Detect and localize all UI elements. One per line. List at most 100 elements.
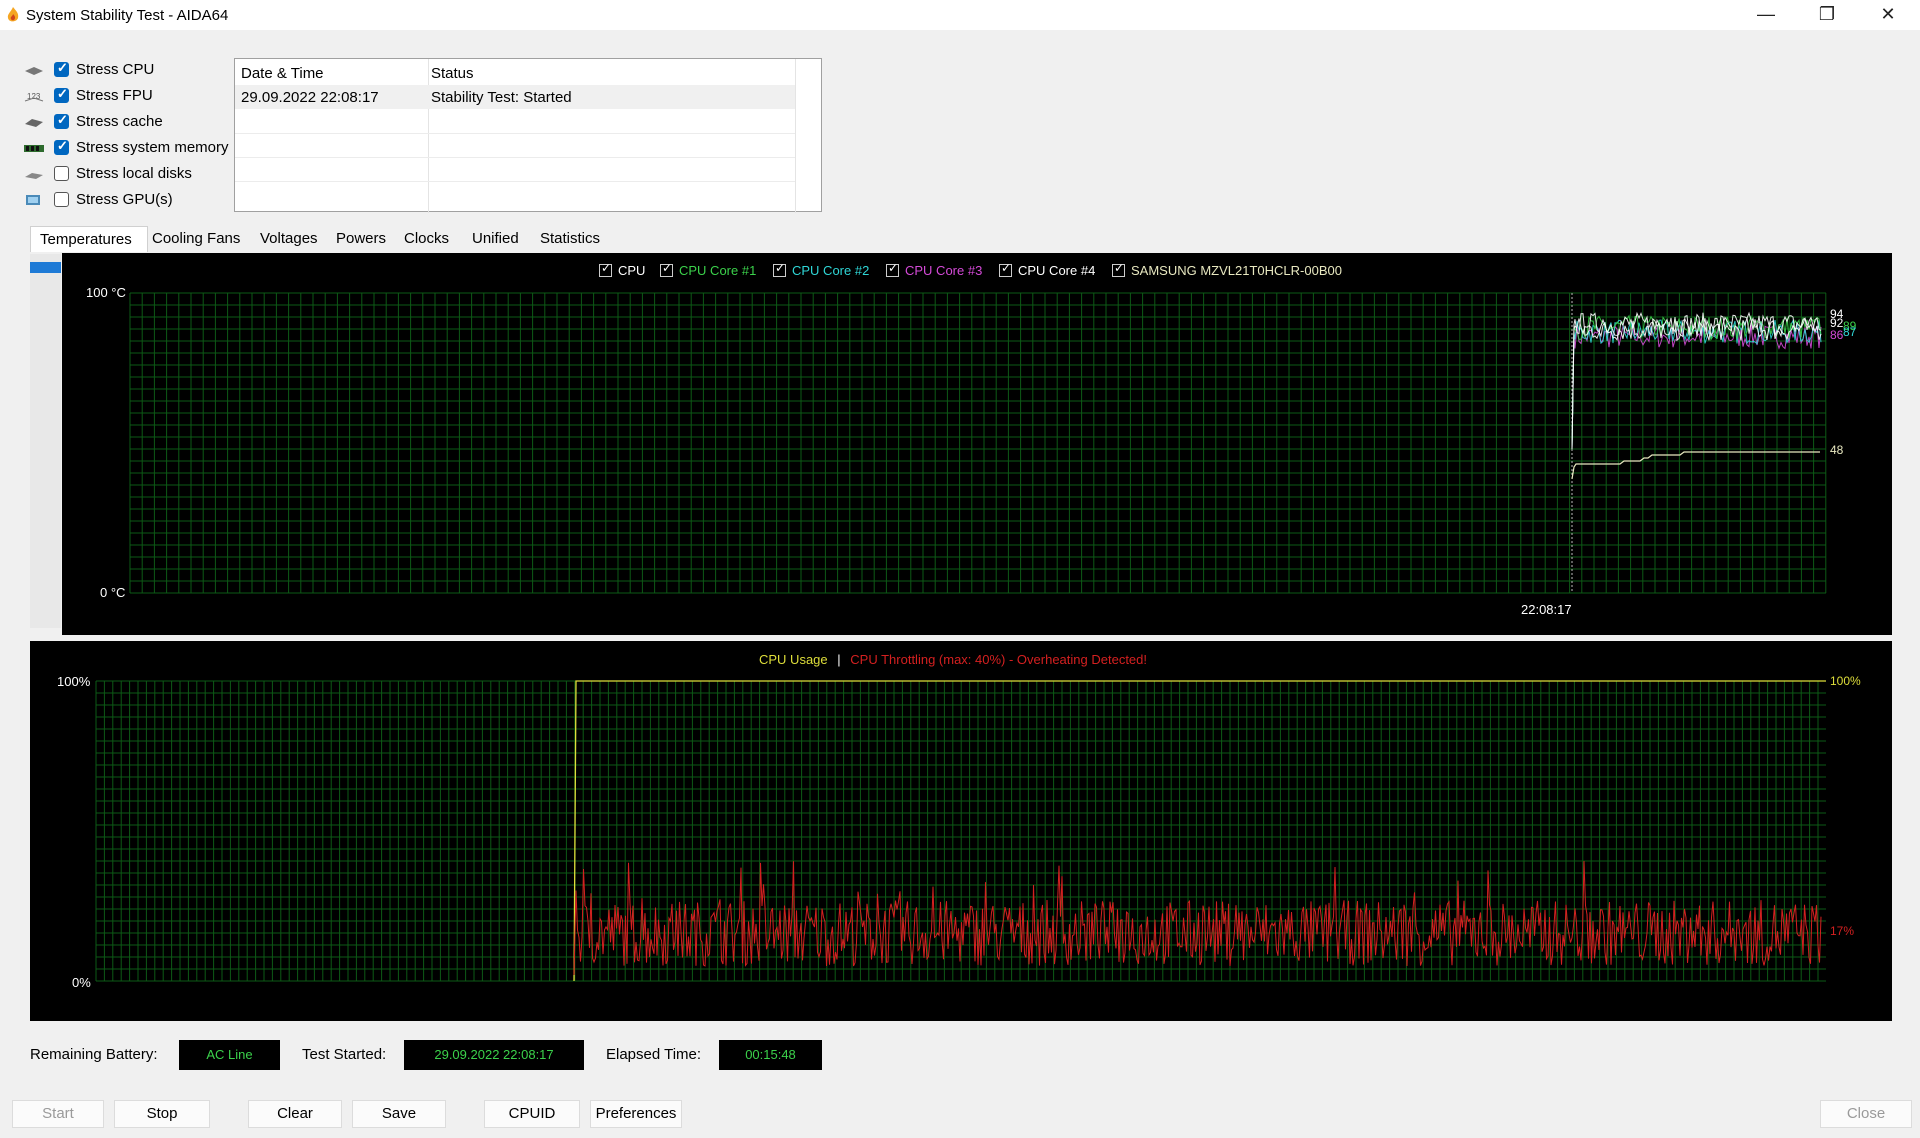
stress-gpu-option[interactable]: Stress GPU(s) [24,190,244,212]
legend-core2[interactable]: CPU Core #2 [773,261,870,278]
legend-core4-label: CPU Core #4 [1018,263,1096,278]
scrollbar-thumb[interactable] [30,262,61,273]
stress-disks-checkbox[interactable] [54,166,69,181]
cpu-usage-legend: CPU Usage | CPU Throttling (max: 40%) - … [759,652,1147,667]
legend-separator: | [837,652,841,667]
temp-series-line-1 [1571,318,1822,450]
close-button[interactable]: Close [1820,1100,1912,1128]
window-title: System Stability Test - AIDA64 [26,7,229,24]
cpu-icon [25,67,43,75]
legend-cpu[interactable]: CPU [599,261,646,278]
stress-cpu-label: Stress CPU [76,61,155,78]
temp-y-max-label: 100 °C [86,285,126,300]
log-header-datetime[interactable]: Date & Time [241,65,324,82]
fpu-icon: 123 [24,92,44,102]
legend-core3-label: CPU Core #3 [905,263,983,278]
temperature-chart: CPU CPU Core #1 CPU Core #2 CPU Core #3 … [62,253,1892,635]
temp-series-line-0 [1571,324,1822,450]
tab-statistics[interactable]: Statistics [540,226,614,252]
log-header-status[interactable]: Status [431,65,474,82]
tab-voltages[interactable]: Voltages [260,226,332,252]
elapsed-time-value: 00:15:48 [719,1040,822,1070]
legend-core1[interactable]: CPU Core #1 [660,261,757,278]
temp-time-label: 22:08:17 [1521,602,1572,617]
preferences-button[interactable]: Preferences [590,1100,682,1128]
elapsed-time-label: Elapsed Time: [606,1046,702,1063]
log-row-divider [235,157,795,158]
legend-core1-label: CPU Core #1 [679,263,757,278]
minimize-button[interactable]: — [1736,0,1796,30]
clear-button[interactable]: Clear [248,1100,342,1128]
stress-fpu-checkbox[interactable] [54,86,69,103]
legend-checkbox[interactable] [1112,261,1125,277]
save-button[interactable]: Save [352,1100,446,1128]
test-started-value: 29.09.2022 22:08:17 [404,1040,584,1070]
temp-end-value: 48 [1830,443,1844,457]
log-row-datetime: 29.09.2022 22:08:17 [241,89,379,106]
temp-y-min-label: 0 °C [100,585,126,600]
tab-unified[interactable]: Unified [472,226,534,252]
stop-button[interactable]: Stop [114,1100,210,1128]
stress-memory-option[interactable]: Stress system memory [24,138,244,160]
usage-y-max-label: 100% [57,674,91,689]
log-row-status: Stability Test: Started [431,89,572,106]
stress-cache-checkbox[interactable] [54,112,69,129]
stress-fpu-label: Stress FPU [76,87,153,104]
usage-y-min-label: 0% [72,975,91,990]
event-log-table[interactable]: Date & Time Status 29.09.2022 22:08:17 S… [234,58,822,213]
legend-core4[interactable]: CPU Core #4 [999,261,1096,278]
log-row-divider [235,181,795,182]
log-column-divider [795,59,796,213]
cpu-usage-chart: CPU Usage | CPU Throttling (max: 40%) - … [30,641,1892,1021]
usage-end-value: 100% [1830,674,1861,688]
stress-memory-checkbox[interactable] [54,138,69,155]
cpu-usage-plot [95,680,1826,982]
cpu-throttling-title: CPU Throttling (max: 40%) - Overheating … [850,652,1147,667]
legend-checkbox[interactable] [999,261,1012,277]
gpu-icon [26,195,40,205]
stress-cache-label: Stress cache [76,113,163,130]
stress-cpu-option[interactable]: Stress CPU [24,60,244,82]
log-row[interactable]: 29.09.2022 22:08:17 Stability Test: Star… [235,85,795,109]
tab-cooling-fans[interactable]: Cooling Fans [152,226,256,252]
stress-memory-label: Stress system memory [76,139,229,156]
start-button[interactable]: Start [12,1100,104,1128]
stress-disks-option[interactable]: Stress local disks [24,164,244,186]
aida64-flame-icon [7,7,19,22]
close-window-button[interactable]: ✕ [1858,0,1918,30]
cpu-usage-title: CPU Usage [759,652,828,667]
stress-cache-option[interactable]: Stress cache [24,112,244,134]
title-bar: System Stability Test - AIDA64 — ❐ ✕ [0,0,1920,30]
tab-temperatures[interactable]: Temperatures [30,226,148,252]
battery-value: AC Line [179,1040,280,1070]
temp-end-value: 87 [1843,325,1857,339]
tab-clocks[interactable]: Clocks [404,226,460,252]
legend-checkbox[interactable] [773,261,786,277]
legend-checkbox[interactable] [599,261,612,277]
stress-cpu-checkbox[interactable] [54,60,69,77]
tab-powers[interactable]: Powers [336,226,396,252]
disk-icon [25,173,43,179]
throttle-end-value: 17% [1830,924,1855,938]
stress-gpu-checkbox[interactable] [54,192,69,207]
temperature-plot [129,292,1827,594]
legend-checkbox[interactable] [660,261,673,277]
test-started-label: Test Started: [302,1046,387,1063]
cpuid-button[interactable]: CPUID [484,1100,580,1128]
memory-icon [24,145,44,152]
temp-end-value: 86 [1830,328,1844,342]
cache-icon [25,119,43,127]
restore-button[interactable]: ❐ [1797,0,1857,30]
sensor-list-scrollbar[interactable] [30,254,61,628]
stress-disks-label: Stress local disks [76,165,192,182]
legend-core2-label: CPU Core #2 [792,263,870,278]
log-header: Date & Time Status [235,59,795,86]
log-row-divider [235,133,795,134]
stress-fpu-option[interactable]: 123 Stress FPU [24,86,244,108]
legend-cpu-label: CPU [618,263,646,278]
ssd-temperature-line [1571,451,1820,480]
legend-core3[interactable]: CPU Core #3 [886,261,983,278]
legend-ssd[interactable]: SAMSUNG MZVL21T0HCLR-00B00 [1112,261,1342,278]
legend-checkbox[interactable] [886,261,899,277]
cpu-throttling-line [573,860,1822,976]
